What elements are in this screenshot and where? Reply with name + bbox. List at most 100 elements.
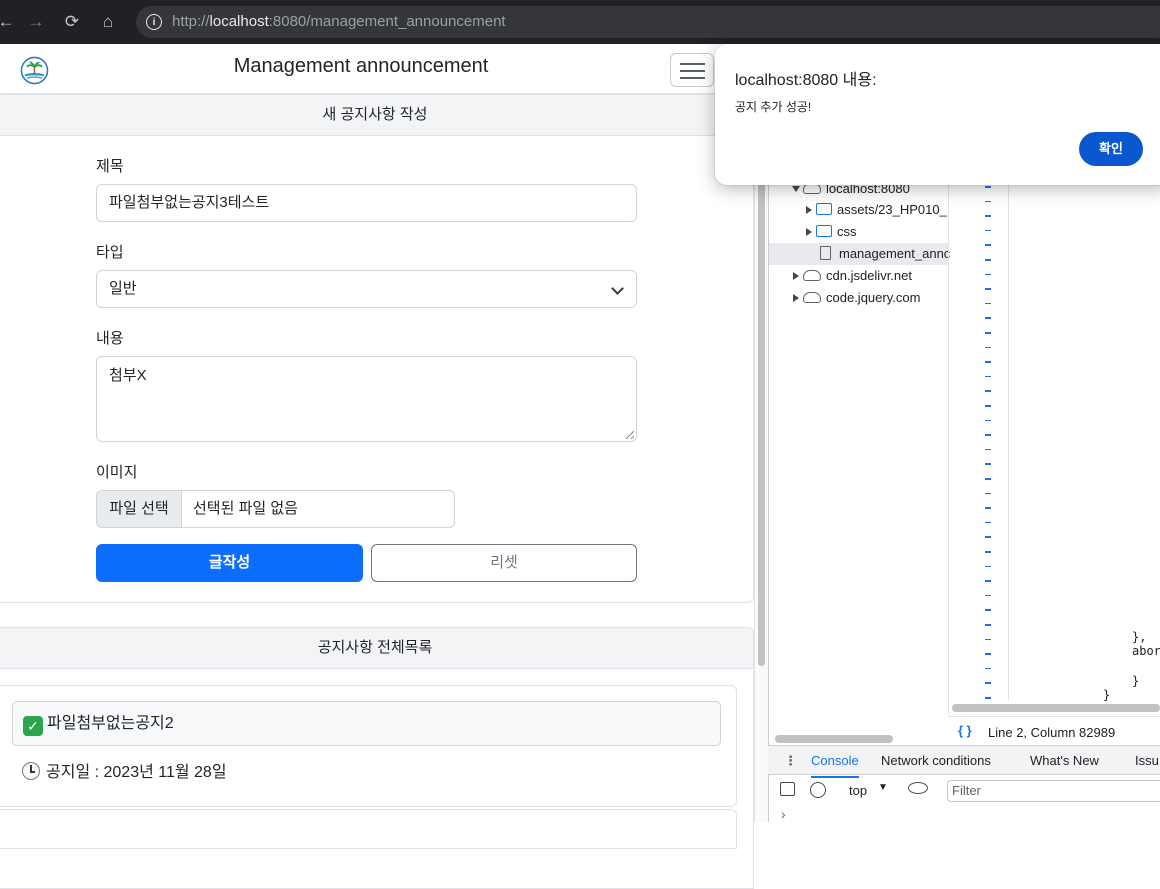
notice-title-text: 파일첨부없는공지2 <box>47 715 174 732</box>
eye-icon[interactable] <box>908 782 928 794</box>
clear-console-icon[interactable] <box>810 782 826 798</box>
gutter-marker <box>985 375 991 378</box>
tab-whats-new[interactable]: What's New <box>1030 746 1099 776</box>
tree-label: assets/23_HP010_ <box>837 202 947 217</box>
navbar: Management announcement <box>0 44 768 94</box>
gutter-marker <box>985 653 991 655</box>
type-label: 타입 <box>96 244 124 261</box>
gutter-marker <box>985 697 991 699</box>
title-input[interactable]: 파일첨부없는공지3테스트 <box>96 184 637 222</box>
gutter-marker <box>985 492 991 495</box>
gutter-marker <box>985 302 991 305</box>
clock-icon <box>22 762 40 780</box>
gutter-marker <box>985 288 991 290</box>
file-icon <box>820 246 831 260</box>
console-filter-input[interactable]: Filter <box>947 780 1160 802</box>
tree-item-cdn2[interactable]: code.jquery.com <box>793 290 920 305</box>
editor-status-bar: { } Line 2, Column 82989 <box>948 716 1160 746</box>
tree-item-assets[interactable]: assets/23_HP010_ <box>806 202 947 217</box>
reload-icon[interactable]: ⟳ <box>60 10 84 34</box>
code-line: } <box>1132 674 1140 688</box>
forward-icon[interactable]: → <box>24 10 48 34</box>
image-file-input[interactable]: 파일 선택 선택된 파일 없음 <box>96 490 455 528</box>
gutter-marker <box>985 667 991 670</box>
gutter-marker <box>985 244 991 246</box>
back-icon[interactable]: ← <box>0 10 18 34</box>
dropdown-arrow-icon[interactable]: ▼ <box>878 782 888 793</box>
triangle-collapsed-icon <box>806 206 812 214</box>
gutter-marker <box>985 434 991 436</box>
notice-item-title[interactable]: ✓ 파일첨부없는공지2 <box>12 701 721 746</box>
page-title: Management announcement <box>233 55 489 77</box>
ok-button[interactable]: 확인 <box>1079 132 1143 166</box>
gutter-marker <box>985 551 991 553</box>
home-icon[interactable]: ⌂ <box>96 10 120 34</box>
cloud-icon <box>803 270 821 281</box>
gutter-marker <box>985 580 991 582</box>
hamburger-menu-button[interactable] <box>670 53 714 87</box>
title-label: 제목 <box>96 158 124 175</box>
folder-icon <box>816 225 832 237</box>
triangle-collapsed-icon <box>793 272 799 280</box>
file-status-text: 선택된 파일 없음 <box>193 500 298 517</box>
gutter-marker <box>985 200 991 203</box>
gutter-marker <box>985 215 991 217</box>
code-line: abor <box>1132 644 1160 658</box>
gutter-marker <box>985 624 991 626</box>
site-info-icon[interactable]: i <box>146 14 162 30</box>
gutter-marker <box>985 186 991 188</box>
content-textarea[interactable]: 첨부X <box>96 356 637 442</box>
gutter-marker <box>985 521 991 524</box>
tree-label: css <box>837 224 857 239</box>
gutter-marker <box>985 638 991 641</box>
choose-file-button[interactable]: 파일 선택 <box>97 491 182 527</box>
tab-network-conditions[interactable]: Network conditions <box>881 746 991 776</box>
code-line: }, <box>1132 630 1147 644</box>
devtools-divider[interactable] <box>948 180 949 715</box>
line-gutter <box>985 180 993 700</box>
alert-message: 공지 추가 성공! <box>735 100 812 114</box>
check-mark-icon: ✓ <box>23 716 43 736</box>
code-line: } <box>1103 688 1111 702</box>
gutter-marker <box>985 229 991 232</box>
gutter-marker <box>985 609 991 611</box>
console-prompt[interactable]: › <box>781 806 786 822</box>
editor-hscroll[interactable] <box>952 704 1160 712</box>
cursor-position: Line 2, Column 82989 <box>988 725 1116 740</box>
page-content: Management announcement 새 공지사항 작성 제목 파일첨… <box>0 44 768 889</box>
sidebar-toggle-icon[interactable] <box>780 782 795 796</box>
gutter-marker <box>985 390 991 392</box>
resize-handle-icon[interactable] <box>626 431 634 439</box>
alert-title: localhost:8080 내용: <box>735 72 877 89</box>
triangle-collapsed-icon <box>806 228 812 236</box>
gutter-marker <box>985 448 991 451</box>
navigator-hscroll[interactable] <box>775 735 893 743</box>
notice-item-date: 공지일 : 2023년 11월 28일 <box>22 758 227 782</box>
image-label: 이미지 <box>96 464 138 481</box>
reset-button[interactable]: 리셋 <box>371 544 637 582</box>
tree-item-file[interactable]: management_annc <box>820 246 950 261</box>
folder-icon <box>816 203 832 215</box>
browser-toolbar: ← → ⟳ ⌂ i http://localhost:8080/manageme… <box>0 0 1160 44</box>
tree-item-cdn1[interactable]: cdn.jsdelivr.net <box>793 268 912 283</box>
tree-label: management_annc <box>839 246 951 261</box>
context-selector[interactable]: top <box>849 783 867 798</box>
gutter-marker <box>985 594 991 597</box>
page-scrollbar-thumb[interactable] <box>758 180 765 666</box>
content-label: 내용 <box>96 330 124 347</box>
tab-issues[interactable]: Issu <box>1135 746 1159 776</box>
submit-button[interactable]: 글작성 <box>96 544 363 582</box>
tree-label: cdn.jsdelivr.net <box>826 268 912 283</box>
gutter-marker <box>985 536 991 538</box>
drawer-menu-icon[interactable]: ⋮ <box>784 746 797 776</box>
tree-item-css[interactable]: css <box>806 224 857 239</box>
chevron-down-icon <box>611 282 624 295</box>
gutter-marker <box>985 273 991 276</box>
tab-console[interactable]: Console <box>811 746 859 778</box>
type-select[interactable]: 일반 <box>96 270 637 308</box>
pretty-print-icon[interactable]: { } <box>958 723 972 738</box>
drawer-tabs: ⋮ Console Network conditions What's New … <box>768 745 1160 778</box>
address-bar[interactable]: i http://localhost:8080/management_annou… <box>136 6 1160 38</box>
list-item[interactable] <box>0 809 737 849</box>
notice-date-text: 공지일 : 2023년 11월 28일 <box>46 764 227 781</box>
